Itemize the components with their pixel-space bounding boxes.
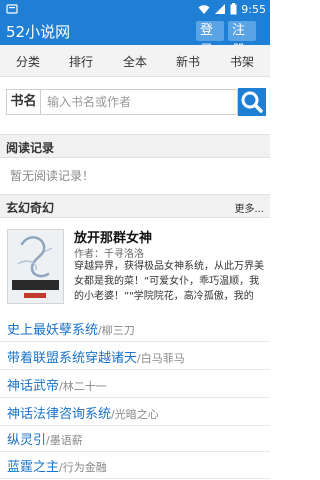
category-nav: 分类 排行 全本 新书 书架 bbox=[0, 45, 270, 77]
book-list-item[interactable]: 神话武帝/林二十一 bbox=[0, 370, 270, 398]
status-bar: 9:55 bbox=[0, 0, 270, 18]
book-author: /林二十一 bbox=[59, 380, 107, 393]
nav-item-complete[interactable]: 全本 bbox=[123, 53, 147, 70]
book-title[interactable]: 神话法律咨询系统 bbox=[7, 407, 111, 422]
android-notification-icon bbox=[6, 4, 18, 14]
reading-record-title: 阅读记录 bbox=[6, 141, 55, 155]
signal-icon bbox=[215, 4, 226, 14]
status-icons: 9:55 bbox=[198, 2, 266, 16]
book-list-item[interactable]: 蓝霆之主/行为金融 bbox=[0, 451, 270, 479]
book-cover-image[interactable] bbox=[7, 229, 64, 304]
book-list-item[interactable]: 史上最妖孽系统/柳三刀 bbox=[0, 314, 270, 342]
battery-icon bbox=[230, 3, 237, 15]
nav-item-bookshelf[interactable]: 书架 bbox=[230, 53, 254, 70]
app-header: 52小说网 登录 注册 bbox=[0, 18, 270, 58]
book-author: /光暗之心 bbox=[111, 408, 159, 421]
search-input[interactable]: 输入书名或作者 bbox=[40, 89, 238, 115]
book-title[interactable]: 神话武帝 bbox=[7, 379, 59, 394]
book-author: /墨语薪 bbox=[46, 434, 83, 447]
cover-art-icon bbox=[8, 230, 63, 303]
book-list-item[interactable]: 神话法律咨询系统/光暗之心 bbox=[0, 398, 270, 426]
search-bar: 书名 输入书名或作者 bbox=[0, 78, 270, 118]
book-author: /柳三刀 bbox=[98, 324, 135, 337]
book-author: /行为金融 bbox=[59, 461, 107, 474]
nav-item-category[interactable]: 分类 bbox=[16, 53, 40, 70]
xuanhuan-section-header: 玄幻奇幻 更多... bbox=[0, 194, 270, 218]
featured-book-description: 穿越异界，获得极品女神系统，从此万界美女都是我的菜！“可爱女仆，乖巧温顺，我的小… bbox=[74, 261, 264, 302]
reading-record-empty-text: 暂无阅读记录！ bbox=[10, 169, 95, 183]
featured-book[interactable]: 放开那群女神 作者：千寻洛洛 穿越异界，获得极品女神系统，从此万界美女都是我的菜… bbox=[0, 222, 270, 310]
featured-book-author: 作者：千寻洛洛 bbox=[74, 249, 144, 260]
wifi-icon bbox=[198, 5, 210, 14]
nav-item-new-books[interactable]: 新书 bbox=[176, 53, 200, 70]
featured-book-title[interactable]: 放开那群女神 bbox=[74, 227, 152, 246]
book-list-item[interactable]: 带着联盟系统穿越诸天/白马菲马 bbox=[0, 342, 270, 370]
book-title[interactable]: 带着联盟系统穿越诸天 bbox=[7, 351, 137, 366]
search-type-label[interactable]: 书名 bbox=[6, 89, 40, 115]
book-title[interactable]: 蓝霆之主 bbox=[7, 460, 59, 475]
register-button[interactable]: 注册 bbox=[228, 21, 256, 58]
xuanhuan-section-title: 玄幻奇幻 bbox=[6, 201, 55, 215]
search-button[interactable] bbox=[238, 88, 266, 116]
xuanhuan-more-link[interactable]: 更多... bbox=[234, 200, 264, 215]
reading-record-header: 阅读记录 bbox=[0, 134, 270, 158]
book-title[interactable]: 史上最妖孽系统 bbox=[7, 323, 98, 338]
search-icon bbox=[241, 91, 263, 113]
site-title[interactable]: 52小说网 bbox=[6, 21, 70, 42]
book-title[interactable]: 纵灵引 bbox=[7, 433, 46, 448]
status-time: 9:55 bbox=[241, 2, 266, 16]
nav-item-ranking[interactable]: 排行 bbox=[69, 53, 93, 70]
book-list-item[interactable]: 纵灵引/墨语薪 bbox=[0, 424, 270, 452]
login-button[interactable]: 登录 bbox=[196, 21, 224, 58]
book-author: /白马菲马 bbox=[137, 352, 185, 365]
